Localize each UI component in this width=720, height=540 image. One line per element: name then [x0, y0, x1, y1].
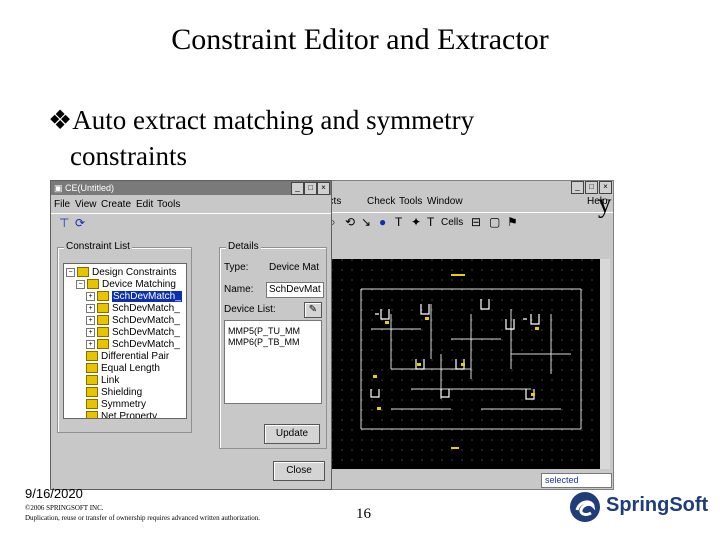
minimize-icon[interactable]: _	[291, 182, 304, 195]
folder-icon	[86, 363, 98, 374]
tree-item-equal-length[interactable]: Equal Length	[86, 363, 160, 375]
menu-view[interactable]: View	[75, 199, 97, 210]
maximize-icon[interactable]: □	[585, 181, 598, 194]
tree-item-differential-pair[interactable]: Differential Pair	[86, 351, 169, 363]
tree-item-shielding[interactable]: Shielding	[86, 387, 142, 399]
tree-item-link[interactable]: Link	[86, 375, 119, 387]
folder-icon	[97, 315, 109, 326]
details-label: Details	[226, 241, 261, 252]
constraint-tree[interactable]: − Design Constraints − Device Matching + Sc…	[63, 263, 187, 419]
cells-button[interactable]: Cells	[441, 217, 463, 228]
constraint-list-group: Constraint List − Design Constraints − Dev…	[57, 241, 192, 433]
device-list-box[interactable]: MMP5(P_TU_MM MMP6(P_TB_MM	[224, 320, 322, 404]
schematic-toolbar: ⌕ ⟲ ↘ ● T ✦ T Cells ⊟ ▢ ⚑	[321, 212, 613, 235]
page-number: 16	[356, 506, 371, 522]
copyright-notice: Duplication, reuse or transfer of owners…	[25, 514, 260, 522]
constraint-list-label: Constraint List	[64, 241, 132, 252]
menu-tools[interactable]: Tools	[399, 196, 422, 207]
bullet-1-text: Auto extract matching and symmetry	[72, 105, 475, 135]
instance-icon[interactable]: ⊟	[471, 215, 481, 229]
dialog-toolbar: ⊤ ⟳	[51, 213, 331, 234]
type-label: Type:	[224, 262, 249, 273]
folder-icon	[86, 375, 98, 386]
menu-create[interactable]: Create	[101, 199, 131, 210]
new-constraint-icon[interactable]: ⊤	[59, 216, 69, 230]
tree-item-net-property[interactable]: Net Property	[86, 411, 157, 418]
bullet-2-fragment: y	[598, 188, 612, 218]
vertical-scrollbar[interactable]	[600, 259, 610, 469]
text-tool-icon[interactable]: T	[427, 215, 434, 229]
tree-item-match[interactable]: + SchDevMatch_	[86, 291, 182, 303]
text-icon[interactable]: T	[395, 215, 402, 229]
schematic-canvas[interactable]	[331, 259, 601, 469]
select-icon[interactable]: ▢	[489, 215, 500, 229]
rotate-icon[interactable]: ⟲	[345, 215, 355, 229]
close-button[interactable]: Close	[273, 461, 325, 481]
wire-icon[interactable]: ↘	[361, 215, 371, 229]
constraint-editor-dialog: ▣ CE(Untitled) _ □ × File View Create Ed…	[50, 180, 332, 490]
status-bar: selected	[321, 472, 613, 489]
folder-icon	[86, 411, 98, 418]
tree-item-design-constraints[interactable]: − Design Constraints	[66, 267, 176, 279]
menu-window[interactable]: Window	[427, 196, 463, 207]
bullet-diamond-icon: ❖	[48, 105, 73, 135]
schematic-window: _ □ × ects Check Tools Window Help ⌕ ⟲ ↘…	[320, 180, 614, 490]
update-button[interactable]: Update	[264, 424, 320, 444]
menu-edit[interactable]: Edit	[136, 199, 153, 210]
tree-item-match[interactable]: + SchDevMatch_	[86, 315, 180, 327]
device-list-label: Device List:	[224, 304, 276, 315]
dialog-title-bar: ▣ CE(Untitled) _ □ ×	[51, 181, 331, 195]
slide-title: Constraint Editor and Extractor	[171, 23, 549, 56]
schematic-menu-bar: ects Check Tools Window Help	[321, 194, 613, 210]
pick-device-icon[interactable]: ✎	[304, 302, 322, 318]
name-label: Name:	[224, 284, 254, 295]
minimize-icon[interactable]: _	[571, 181, 584, 194]
tree-item-match[interactable]: + SchDevMatch_	[86, 327, 180, 339]
folder-icon	[86, 387, 98, 398]
bullet-1-continuation: constraints	[70, 141, 187, 171]
pin-icon[interactable]: ✦	[411, 215, 421, 229]
menu-check[interactable]: Check	[367, 196, 395, 207]
folder-icon	[97, 327, 109, 338]
dialog-title: CE(Untitled)	[65, 183, 115, 193]
selected-status: selected	[541, 473, 612, 488]
menu-tools[interactable]: Tools	[157, 199, 180, 210]
tree-item-device-matching[interactable]: − Device Matching	[76, 279, 176, 291]
close-icon[interactable]: ×	[317, 182, 330, 195]
schematic-drawing	[331, 259, 601, 469]
folder-icon	[87, 279, 99, 290]
folder-icon	[86, 351, 98, 362]
logo-text: SpringSoft	[606, 494, 709, 516]
name-field[interactable]: SchDevMat	[266, 282, 324, 298]
extract-icon[interactable]: ⟳	[75, 216, 85, 230]
app-icon: ▣	[54, 183, 63, 193]
tree-item-symmetry[interactable]: Symmetry	[86, 399, 146, 411]
tree-item-match[interactable]: + SchDevMatch_	[86, 339, 180, 351]
details-group: Details Type: Device Mat Name: SchDevMat…	[219, 241, 327, 449]
device-list-item[interactable]: MMP6(P_TB_MM	[228, 336, 300, 348]
springsoft-swirl-icon	[570, 492, 600, 522]
tree-item-match[interactable]: + SchDevMatch_	[86, 303, 180, 315]
folder-icon	[97, 339, 109, 350]
springsoft-logo: SpringSoft	[568, 490, 708, 524]
folder-icon	[97, 303, 109, 314]
folder-icon	[86, 399, 98, 410]
bullet-1: ❖Auto extract matching and symmetry	[48, 104, 474, 136]
folder-icon	[77, 267, 89, 278]
copyright-line: ©2006 SPRINGSOFT INC.	[25, 504, 104, 512]
slide-date: 9/16/2020	[25, 486, 83, 501]
menu-file[interactable]: File	[54, 199, 70, 210]
net-icon[interactable]: ●	[379, 215, 386, 229]
type-value: Device Mat	[266, 260, 324, 276]
maximize-icon[interactable]: □	[304, 182, 317, 195]
folder-icon	[97, 291, 109, 302]
flag-icon[interactable]: ⚑	[507, 215, 518, 229]
